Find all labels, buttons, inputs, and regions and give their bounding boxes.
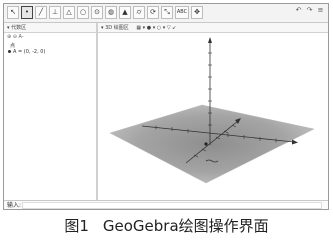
algebra-view: ⊕ ⊖ A- 点 A = (0, -2, 0) [4,33,96,200]
x-axis-arrow-icon [292,139,298,145]
polygon-tool-button[interactable]: △ [63,6,75,19]
sphere-tool-button[interactable]: ◍ [105,6,117,19]
toolbar: ↖ • ╱ ⊥ △ ○ ⊙ ◍ ▲ ⌭ ⟳ ⤡ ABC ✥ ↶ ↷ ≡ [4,4,328,23]
algebra-section-label: 点 [10,43,16,49]
move-tool-button[interactable]: ↖ [7,6,19,19]
redo-icon[interactable]: ↷ [305,6,314,15]
pyramid-tool-button[interactable]: ▲ [119,6,131,19]
input-label: 输入: [7,202,22,209]
rotate-view-tool-button[interactable]: ✥ [191,6,203,19]
caption-text: GeoGebra绘图操作界面 [102,217,269,235]
algebra-view-header[interactable]: ▾ 代数区 [4,23,96,33]
caption-figure-number: 图1 [64,217,89,235]
view3d-title: ▾ 3D 绘图区 [101,25,129,31]
view3d-style-bar[interactable]: ▦ ▾ ● ▾ ○ ▾ ▽ ↙ [136,25,176,31]
algebra-view-title: ▾ 代数区 [7,25,27,31]
point-a[interactable] [204,142,208,146]
xy-plane [109,104,315,184]
view3d-header[interactable]: ▾ 3D 绘图区 ▦ ▾ ● ▾ ○ ▾ ▽ ↙ [98,23,328,33]
perpendicular-tool-button[interactable]: ⊥ [49,6,61,19]
text-tool-button[interactable]: ABC [175,6,189,19]
point-visibility-icon[interactable] [8,50,11,53]
algebra-icons[interactable]: ⊕ ⊖ A- [7,34,24,40]
input-bar: 输入: [4,200,328,209]
point-tool-button[interactable]: • [21,6,33,19]
input-field[interactable] [22,202,322,209]
3d-scene[interactable] [98,33,329,200]
graphics-3d-view[interactable] [98,33,329,200]
algebra-item-label: A = (0, -2, 0) [13,49,46,55]
algebra-item[interactable]: A = (0, -2, 0) [8,49,45,55]
rotate-tool-button[interactable]: ⟳ [147,6,159,19]
reflect-tool-button[interactable]: ⤡ [161,6,173,19]
z-axis-arrow-icon [208,37,212,43]
intersect-tool-button[interactable]: ⊙ [91,6,103,19]
circle-tool-button[interactable]: ○ [77,6,89,19]
figure-caption: 图1 GeoGebra绘图操作界面 [0,216,333,236]
geogebra-window: ↖ • ╱ ⊥ △ ○ ⊙ ◍ ▲ ⌭ ⟳ ⤡ ABC ✥ ↶ ↷ ≡ ▾ 代数区 ▾ 3D 绘图区 ▦ ▾ ●… [3,3,329,210]
menu-icon[interactable]: ≡ [316,6,325,15]
cylinder-tool-button[interactable]: ⌭ [133,6,145,19]
undo-icon[interactable]: ↶ [294,6,303,15]
line-tool-button[interactable]: ╱ [35,6,47,19]
